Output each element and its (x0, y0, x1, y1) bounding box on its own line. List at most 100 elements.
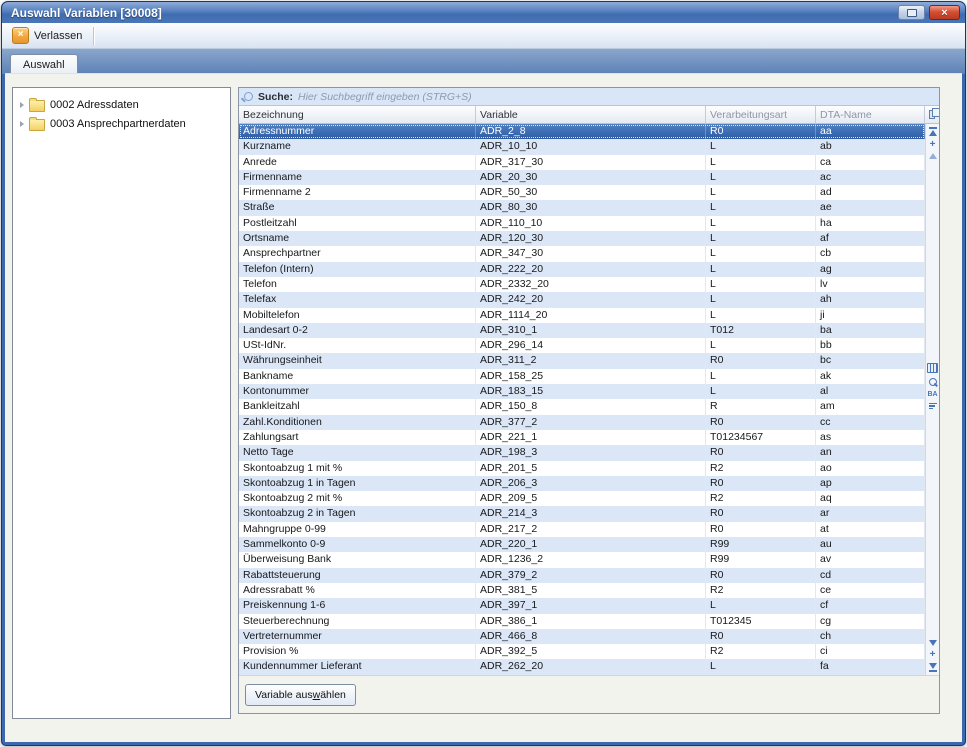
column-header-bezeichnung[interactable]: Bezeichnung (239, 106, 476, 123)
cell-bezeichnung: Währungseinheit (239, 353, 476, 368)
table-row[interactable]: AnsprechpartnerADR_347_30Lcb (239, 246, 925, 261)
search-bar[interactable]: Suche: Hier Suchbegriff eingeben (STRG+S… (239, 88, 939, 106)
cell-dta-name: ap (816, 476, 925, 491)
tree-item-adressdaten[interactable]: 0002 Adressdaten (13, 95, 230, 114)
cell-dta-name: au (816, 537, 925, 552)
cell-verarbeitungsart: R2 (706, 644, 816, 659)
cell-verarbeitungsart: L (706, 231, 816, 246)
table-row[interactable]: Überweisung BankADR_1236_2R99av (239, 552, 925, 567)
cell-variable: ADR_220_1 (476, 537, 706, 552)
column-chooser-button[interactable] (925, 106, 939, 123)
columns-icon[interactable] (927, 363, 938, 373)
table-row[interactable]: Netto TageADR_198_3R0an (239, 445, 925, 460)
table-row[interactable]: Telefon (Intern)ADR_222_20Lag (239, 262, 925, 277)
table-row[interactable]: Sammelkonto 0-9ADR_220_1R99au (239, 537, 925, 552)
sort-icon[interactable] (929, 403, 937, 410)
cell-bezeichnung: Firmenname (239, 170, 476, 185)
table-row[interactable]: BanknameADR_158_25Lak (239, 369, 925, 384)
table-row[interactable]: Skontoabzug 1 mit %ADR_201_5R2ao (239, 461, 925, 476)
table-row[interactable]: Adressrabatt %ADR_381_5R2ce (239, 583, 925, 598)
scrollbar-top-group: + (929, 127, 937, 159)
table-row[interactable]: Zahl.KonditionenADR_377_2R0cc (239, 415, 925, 430)
verlassen-button[interactable]: × Verlassen (8, 25, 89, 46)
cell-dta-name: al (816, 384, 925, 399)
variable-auswaehlen-button[interactable]: Variable auswählen (245, 684, 356, 706)
search-icon (244, 92, 253, 101)
table-row[interactable]: KontonummerADR_183_15Lal (239, 384, 925, 399)
cell-bezeichnung: Postleitzahl (239, 216, 476, 231)
cell-bezeichnung: Skontoabzug 2 in Tagen (239, 506, 476, 521)
table-row[interactable]: Landesart 0-2ADR_310_1T012ba (239, 323, 925, 338)
cell-variable: ADR_296_14 (476, 338, 706, 353)
cell-verarbeitungsart: L (706, 246, 816, 261)
chevron-right-icon[interactable] (20, 121, 24, 127)
table-row[interactable]: TelefaxADR_242_20Lah (239, 292, 925, 307)
cell-dta-name: bb (816, 338, 925, 353)
scroll-to-top-icon[interactable] (929, 127, 937, 136)
quick-search-icon[interactable] (929, 378, 937, 386)
table-row[interactable]: Provision %ADR_392_5R2ci (239, 644, 925, 659)
table-row[interactable]: WährungseinheitADR_311_2R0bc (239, 353, 925, 368)
search-input[interactable]: Hier Suchbegriff eingeben (STRG+S) (298, 91, 472, 103)
restore-window-button[interactable] (898, 5, 925, 20)
cell-verarbeitungsart: R99 (706, 552, 816, 567)
table-row[interactable]: TelefonADR_2332_20Llv (239, 277, 925, 292)
table-row[interactable]: ZahlungsartADR_221_1T01234567as (239, 430, 925, 445)
cell-variable: ADR_221_1 (476, 430, 706, 445)
table-row[interactable]: AnredeADR_317_30Lca (239, 155, 925, 170)
table-row[interactable]: KurznameADR_10_10Lab (239, 139, 925, 154)
column-header-dta-name[interactable]: DTA-Name (816, 106, 925, 123)
table-row[interactable]: Skontoabzug 2 in TagenADR_214_3R0ar (239, 506, 925, 521)
table-row[interactable]: USt-IdNr.ADR_296_14Lbb (239, 338, 925, 353)
cell-variable: ADR_466_8 (476, 629, 706, 644)
chevron-right-icon[interactable] (20, 102, 24, 108)
cell-dta-name: af (816, 231, 925, 246)
table-row[interactable]: MobiltelefonADR_1114_20Lji (239, 308, 925, 323)
table-row[interactable]: Skontoabzug 1 in TagenADR_206_3R0ap (239, 476, 925, 491)
tab-auswahl[interactable]: Auswahl (10, 54, 78, 74)
scroll-to-bottom-icon[interactable] (929, 663, 937, 672)
cell-verarbeitungsart: T012 (706, 323, 816, 338)
table-row[interactable]: PostleitzahlADR_110_10Lha (239, 216, 925, 231)
cell-verarbeitungsart: L (706, 598, 816, 613)
column-header-variable[interactable]: Variable (476, 106, 706, 123)
cell-verarbeitungsart: L (706, 216, 816, 231)
ba-icon[interactable]: BA (927, 391, 937, 398)
close-window-button[interactable]: × (929, 5, 960, 20)
table-row[interactable]: RabattsteuerungADR_379_2R0cd (239, 568, 925, 583)
cell-variable: ADR_311_2 (476, 353, 706, 368)
scroll-up-plus-icon[interactable]: + (930, 141, 936, 148)
column-header-verarbeitungsart[interactable]: Verarbeitungsart (706, 106, 816, 123)
table-row[interactable]: AdressnummerADR_2_8R0aa (239, 124, 925, 139)
table-row[interactable]: OrtsnameADR_120_30Laf (239, 231, 925, 246)
cell-dta-name: ba (816, 323, 925, 338)
table-row[interactable]: Preiskennung 1-6ADR_397_1Lcf (239, 598, 925, 613)
table-row[interactable]: Mahngruppe 0-99ADR_217_2R0at (239, 522, 925, 537)
table-row[interactable]: FirmennameADR_20_30Lac (239, 170, 925, 185)
scroll-down-plus-icon[interactable]: + (930, 651, 936, 658)
cell-dta-name: ci (816, 644, 925, 659)
cell-verarbeitungsart: R0 (706, 353, 816, 368)
cell-verarbeitungsart: L (706, 369, 816, 384)
variables-grid-panel: Suche: Hier Suchbegriff eingeben (STRG+S… (238, 87, 940, 714)
cell-dta-name: ar (816, 506, 925, 521)
table-row[interactable]: Firmenname 2ADR_50_30Lad (239, 185, 925, 200)
table-row[interactable]: SteuerberechnungADR_386_1T012345cg (239, 614, 925, 629)
cell-dta-name: cc (816, 415, 925, 430)
table-row[interactable]: Skontoabzug 2 mit %ADR_209_5R2aq (239, 491, 925, 506)
cell-verarbeitungsart: L (706, 659, 816, 674)
table-row[interactable]: VertreternummerADR_466_8R0ch (239, 629, 925, 644)
cell-bezeichnung: USt-IdNr. (239, 338, 476, 353)
cell-verarbeitungsart: R0 (706, 568, 816, 583)
cell-bezeichnung: Skontoabzug 1 mit % (239, 461, 476, 476)
title-bar[interactable]: Auswahl Variablen [30008] × (2, 2, 965, 23)
cell-dta-name: ji (816, 308, 925, 323)
cell-dta-name: ab (816, 139, 925, 154)
scroll-down-icon[interactable] (929, 640, 937, 646)
table-row[interactable]: StraßeADR_80_30Lae (239, 200, 925, 215)
table-row[interactable]: BankleitzahlADR_150_8Ram (239, 399, 925, 414)
scroll-up-icon[interactable] (929, 153, 937, 159)
table-row[interactable]: Kundennummer LieferantADR_262_20Lfa (239, 659, 925, 674)
tree-item-ansprechpartnerdaten[interactable]: 0003 Ansprechpartnerdaten (13, 114, 230, 133)
cell-dta-name: ha (816, 216, 925, 231)
